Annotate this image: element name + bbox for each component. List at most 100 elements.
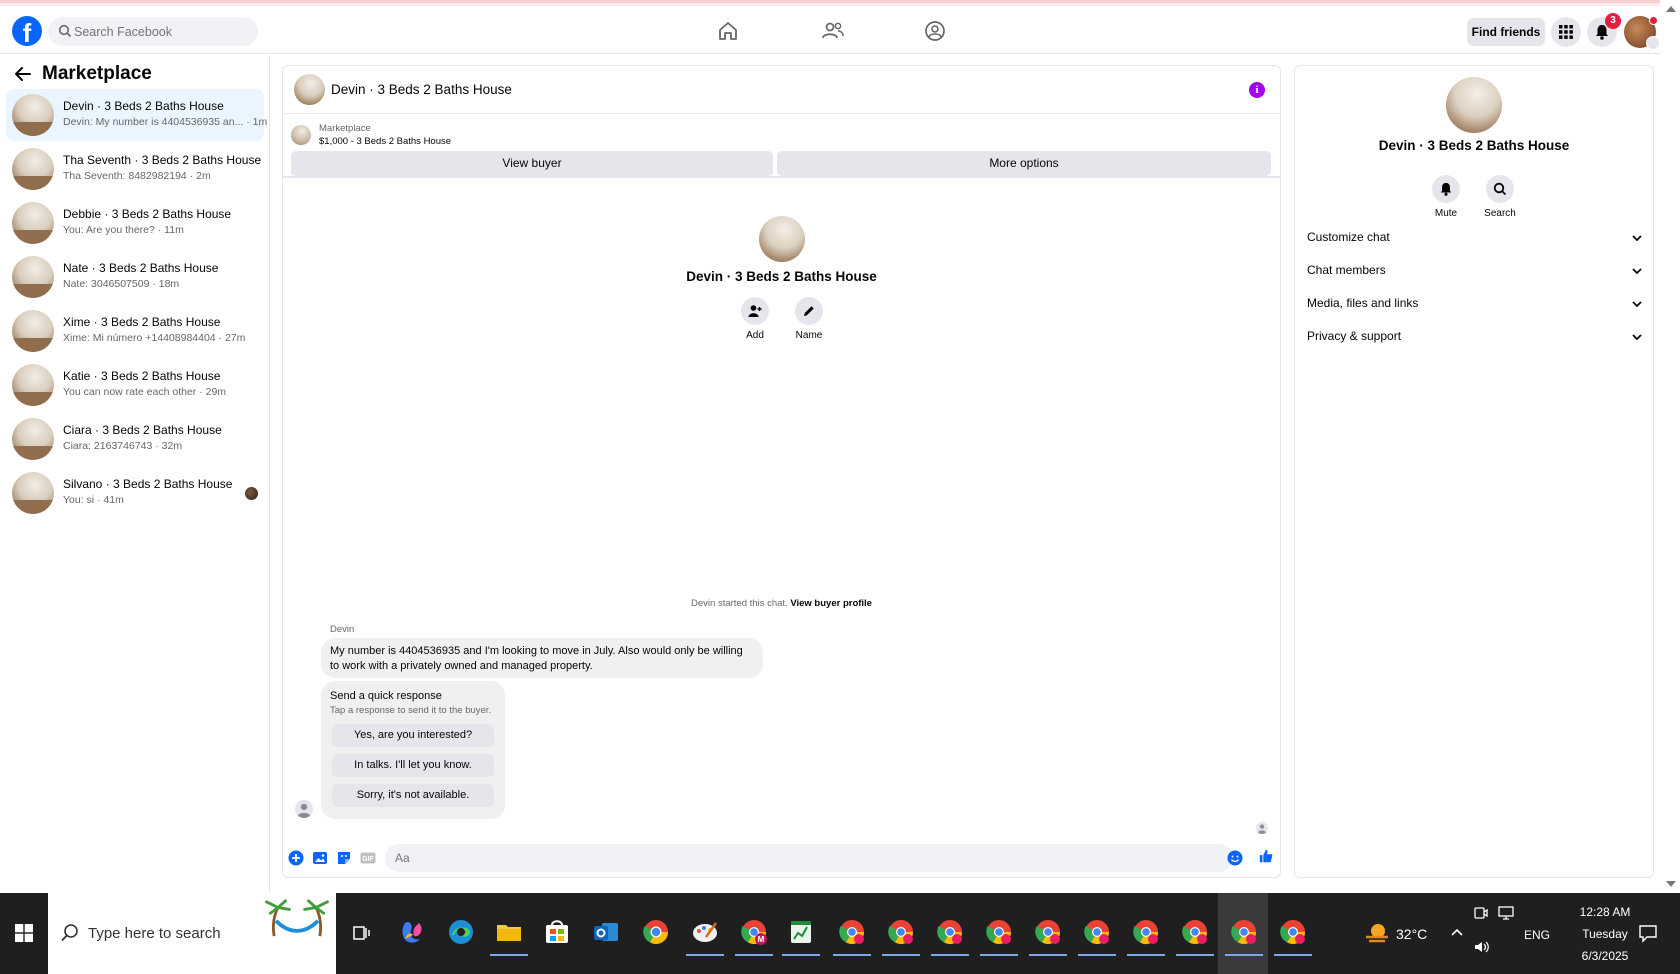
conversation-item[interactable]: Xime · 3 Beds 2 Baths House Xime: Mi núm… (6, 305, 264, 357)
view-buyer-button[interactable]: View buyer (291, 151, 773, 176)
row-label: Privacy & support (1307, 329, 1402, 343)
chat-members-row[interactable]: Chat members (1307, 259, 1643, 283)
conversation-item[interactable]: Ciara · 3 Beds 2 Baths House Ciara: 2163… (6, 413, 264, 465)
sheets-app[interactable] (782, 917, 820, 956)
listing-price-title[interactable]: $1,000 - 3 Beds 2 Baths House (319, 136, 451, 147)
input-language[interactable]: ENG (1524, 928, 1550, 942)
listing-thumbnail (12, 256, 54, 298)
outlook-app[interactable] (591, 917, 621, 947)
paint-app[interactable] (686, 917, 724, 956)
edge-app[interactable] (446, 917, 476, 947)
privacy-support-row[interactable]: Privacy & support (1307, 325, 1643, 349)
photo-icon[interactable] (312, 850, 328, 866)
listing-thumbnail[interactable] (291, 125, 311, 145)
scroll-down-arrow-icon[interactable] (1666, 881, 1676, 887)
conversation-item[interactable]: Debbie · 3 Beds 2 Baths House You: Are y… (6, 197, 264, 249)
message-bubble[interactable]: My number is 4404536935 and I'm looking … (321, 638, 763, 678)
file-explorer-app[interactable] (490, 917, 528, 956)
clock-date[interactable]: 6/3/2025 (1566, 949, 1644, 963)
conversation-item[interactable]: Nate · 3 Beds 2 Baths House Nate: 304650… (6, 251, 264, 303)
chevron-up-icon[interactable] (1450, 927, 1464, 937)
clock-time[interactable]: 12:28 AM (1566, 905, 1644, 919)
quick-response-button[interactable]: Sorry, it's not available. (332, 784, 494, 807)
chrome-window-app[interactable] (1176, 917, 1214, 956)
friends-icon[interactable] (820, 19, 846, 43)
chrome-icon (643, 920, 668, 945)
meet-now-icon[interactable] (1473, 905, 1489, 921)
weather-icon[interactable] (1364, 921, 1390, 945)
search-input[interactable] (74, 17, 252, 46)
row-label: Chat members (1307, 263, 1386, 277)
search-conversation-button[interactable]: Search (1470, 175, 1530, 219)
buyer-avatar[interactable] (759, 216, 805, 262)
scroll-up-arrow-icon[interactable] (1666, 6, 1676, 12)
sender-avatar[interactable] (295, 800, 313, 818)
chrome-icon (888, 920, 913, 945)
message-input[interactable] (385, 844, 1233, 872)
chrome-app[interactable] (641, 917, 671, 947)
chat-avatar[interactable] (294, 74, 325, 105)
chrome-window-app[interactable] (882, 917, 920, 956)
add-member-button[interactable]: Add (725, 297, 785, 341)
marketplace-listing-bar: Marketplace $1,000 - 3 Beds 2 Baths Hous… (283, 114, 1280, 178)
volume-icon[interactable] (1473, 939, 1491, 955)
account-avatar[interactable] (1624, 16, 1660, 50)
chrome-profile-m-app[interactable]: M (735, 917, 773, 956)
chevron-down-icon (1646, 36, 1660, 50)
temperature[interactable]: 32°C (1396, 926, 1427, 942)
chrome-window-app[interactable] (833, 917, 871, 956)
start-button[interactable] (0, 893, 48, 974)
chrome-window-active-app[interactable] (1225, 917, 1263, 956)
microsoft-store-app[interactable] (542, 917, 572, 947)
conversation-item[interactable]: Devin · 3 Beds 2 Baths House Devin: My n… (6, 89, 267, 141)
info-icon[interactable]: i (1249, 82, 1265, 98)
chrome-icon (1182, 920, 1207, 945)
emoji-icon[interactable] (1227, 850, 1243, 866)
listing-thumbnail (12, 310, 54, 352)
chrome-window-app[interactable] (1029, 917, 1067, 956)
plus-circle-icon[interactable] (288, 850, 304, 866)
more-options-button[interactable]: More options (777, 151, 1271, 176)
mute-button[interactable]: Mute (1416, 175, 1476, 219)
clock-day[interactable]: Tuesday (1566, 927, 1644, 941)
chevron-down-icon (1632, 334, 1642, 341)
page-scrollbar[interactable] (1660, 0, 1680, 893)
chat-title[interactable]: Devin · 3 Beds 2 Baths House (331, 82, 512, 97)
network-icon[interactable] (1497, 905, 1515, 921)
add-person-icon (748, 305, 762, 317)
conversation-item[interactable]: Silvano · 3 Beds 2 Baths House You: si ·… (6, 467, 264, 519)
menu-grid-icon (1559, 25, 1573, 39)
info-avatar[interactable] (1446, 77, 1502, 133)
notification-center-icon[interactable] (1638, 923, 1658, 943)
chrome-window-app[interactable] (931, 917, 969, 956)
home-icon[interactable] (715, 19, 741, 43)
name-chat-button[interactable]: Name (779, 297, 839, 341)
chrome-window-app[interactable] (1274, 917, 1312, 956)
customize-chat-row[interactable]: Customize chat (1307, 226, 1643, 250)
menu-button[interactable] (1551, 17, 1581, 47)
conversation-item[interactable]: Katie · 3 Beds 2 Baths House You can now… (6, 359, 264, 411)
quick-response-button[interactable]: Yes, are you interested? (332, 724, 494, 747)
find-friends-button[interactable]: Find friends (1467, 18, 1545, 46)
chat-header: Devin · 3 Beds 2 Baths House i (283, 66, 1280, 114)
groups-icon[interactable] (922, 19, 948, 43)
sticker-icon[interactable] (336, 850, 352, 866)
search-box[interactable] (48, 17, 258, 46)
facebook-logo-icon[interactable]: f (12, 16, 42, 46)
task-view-icon[interactable] (351, 923, 371, 943)
pencil-icon (804, 306, 814, 316)
copilot-app[interactable] (397, 917, 427, 947)
chrome-window-app[interactable] (1127, 917, 1165, 956)
chrome-window-app[interactable] (1078, 917, 1116, 956)
taskbar-search-box[interactable]: Type here to search (48, 893, 336, 974)
conversation-preview: You: Are you there? · 11m (63, 224, 184, 236)
thumbs-up-icon[interactable] (1258, 848, 1274, 864)
chrome-window-app[interactable] (980, 917, 1018, 956)
conversation-item[interactable]: Tha Seventh · 3 Beds 2 Baths House Tha S… (6, 143, 264, 195)
back-arrow-icon[interactable] (14, 65, 32, 83)
quick-response-button[interactable]: In talks. I'll let you know. (332, 754, 494, 777)
view-buyer-profile-link[interactable]: View buyer profile (790, 598, 872, 609)
gif-icon[interactable]: GIF (360, 850, 376, 866)
conversation-name: Katie · 3 Beds 2 Baths House (63, 369, 221, 383)
media-files-links-row[interactable]: Media, files and links (1307, 292, 1643, 316)
